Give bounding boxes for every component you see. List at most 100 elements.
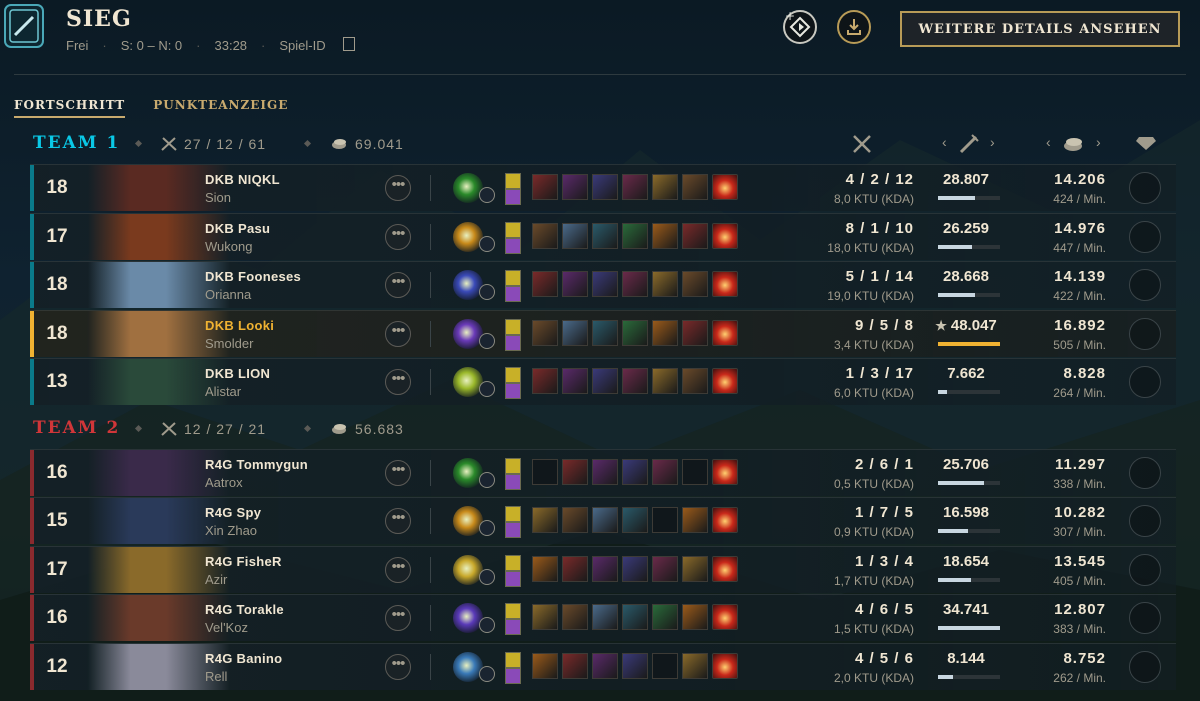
item-icon[interactable] (652, 174, 678, 200)
item-icon[interactable] (592, 174, 618, 200)
item-icon[interactable] (532, 271, 558, 297)
player-row[interactable]: 18 DKB Fooneses Orianna ••• 5 / 1 / 14 19,0 K… (30, 261, 1176, 308)
item-icon[interactable] (652, 368, 678, 394)
item-icon[interactable] (532, 174, 558, 200)
more-options-button[interactable]: ••• (385, 654, 411, 680)
gold-next-arrow[interactable]: › (1096, 134, 1101, 150)
keystone-rune-icon[interactable] (453, 319, 483, 349)
item-icon[interactable] (592, 653, 618, 679)
item-icon[interactable] (682, 174, 708, 200)
player-name[interactable]: R4G Torakle (205, 602, 284, 617)
summoner-spell-icon[interactable] (505, 474, 521, 490)
keystone-rune-icon[interactable] (453, 367, 483, 397)
honor-button[interactable] (1129, 602, 1161, 634)
item-icon[interactable] (622, 320, 648, 346)
keystone-rune-icon[interactable] (453, 222, 483, 252)
gold-prev-arrow[interactable]: ‹ (1046, 134, 1051, 150)
game-id-link[interactable]: Spiel-ID (279, 37, 368, 53)
summoner-spell-flash-icon[interactable] (505, 319, 521, 335)
summoner-spell-icon[interactable] (505, 335, 521, 351)
item-icon[interactable] (682, 368, 708, 394)
item-icon[interactable] (592, 556, 618, 582)
item-icon[interactable] (532, 653, 558, 679)
item-icon[interactable] (622, 223, 648, 249)
item-icon[interactable] (622, 174, 648, 200)
summoner-spell-flash-icon[interactable] (505, 270, 521, 286)
item-icon[interactable] (652, 604, 678, 630)
item-icon[interactable] (622, 271, 648, 297)
damage-prev-arrow[interactable]: ‹ (942, 134, 947, 150)
player-row[interactable]: 18 DKB NIQKL Sion ••• 4 / 2 / 12 8,0 KTU (KDA… (30, 164, 1176, 211)
summoner-spell-flash-icon[interactable] (505, 603, 521, 619)
secondary-rune-icon[interactable] (479, 284, 495, 300)
player-row[interactable]: 15 R4G Spy Xin Zhao ••• 1 / 7 / 5 0,9 KTU (KD… (30, 497, 1176, 544)
item-icon[interactable] (562, 507, 588, 533)
item-icon[interactable] (532, 507, 558, 533)
keystone-rune-icon[interactable] (453, 173, 483, 203)
item-icon[interactable] (592, 223, 618, 249)
tab-progress[interactable]: FORTSCHRITT (14, 98, 126, 118)
secondary-rune-icon[interactable] (479, 666, 495, 682)
more-options-button[interactable]: ••• (385, 605, 411, 631)
more-options-button[interactable]: ••• (385, 321, 411, 347)
player-row[interactable]: 18 DKB Looki Smolder ••• 9 / 5 / 8 3,4 KTU (K… (30, 310, 1176, 357)
secondary-rune-icon[interactable] (479, 569, 495, 585)
item-icon[interactable] (652, 320, 678, 346)
honor-button[interactable] (1129, 172, 1161, 204)
item-icon[interactable] (682, 653, 708, 679)
trinket-icon[interactable] (712, 223, 738, 249)
damage-next-arrow[interactable]: › (990, 134, 995, 150)
item-icon[interactable] (562, 604, 588, 630)
more-options-button[interactable]: ••• (385, 224, 411, 250)
more-options-button[interactable]: ••• (385, 369, 411, 395)
honor-button[interactable] (1129, 366, 1161, 398)
trinket-icon[interactable] (712, 653, 738, 679)
add-replay-icon[interactable]: + (782, 9, 818, 45)
player-row[interactable]: 16 R4G Tommygun Aatrox ••• 2 / 6 / 1 0,5 KTU … (30, 449, 1176, 496)
player-name[interactable]: R4G Spy (205, 505, 261, 520)
item-icon[interactable] (562, 653, 588, 679)
player-name[interactable]: R4G Tommygun (205, 457, 308, 472)
item-icon[interactable] (532, 604, 558, 630)
player-row[interactable]: 13 DKB LION Alistar ••• 1 / 3 / 17 6,0 KTU (K… (30, 358, 1176, 405)
more-options-button[interactable]: ••• (385, 460, 411, 486)
trinket-icon[interactable] (712, 507, 738, 533)
item-icon[interactable] (592, 368, 618, 394)
more-options-button[interactable]: ••• (385, 175, 411, 201)
honor-button[interactable] (1129, 221, 1161, 253)
item-icon[interactable] (622, 368, 648, 394)
secondary-rune-icon[interactable] (479, 381, 495, 397)
view-details-button[interactable]: WEITERE DETAILS ANSEHEN (900, 11, 1180, 47)
item-icon[interactable] (562, 459, 588, 485)
player-name[interactable]: DKB Looki (205, 318, 274, 333)
item-icon[interactable] (562, 174, 588, 200)
summoner-spell-flash-icon[interactable] (505, 458, 521, 474)
item-icon[interactable] (562, 368, 588, 394)
item-icon[interactable] (592, 271, 618, 297)
summoner-spell-icon[interactable] (505, 383, 521, 399)
trinket-icon[interactable] (712, 604, 738, 630)
item-icon[interactable] (622, 556, 648, 582)
summoner-spell-flash-icon[interactable] (505, 555, 521, 571)
summoner-spell-flash-icon[interactable] (505, 506, 521, 522)
keystone-rune-icon[interactable] (453, 555, 483, 585)
item-icon[interactable] (592, 604, 618, 630)
secondary-rune-icon[interactable] (479, 520, 495, 536)
item-icon[interactable] (652, 459, 678, 485)
summoner-spell-icon[interactable] (505, 619, 521, 635)
secondary-rune-icon[interactable] (479, 617, 495, 633)
player-row[interactable]: 17 DKB Pasu Wukong ••• 8 / 1 / 10 18,0 KTU (K… (30, 213, 1176, 260)
item-icon[interactable] (622, 507, 648, 533)
summoner-spell-icon[interactable] (505, 522, 521, 538)
item-icon[interactable] (592, 459, 618, 485)
keystone-rune-icon[interactable] (453, 506, 483, 536)
item-icon[interactable] (532, 556, 558, 582)
secondary-rune-icon[interactable] (479, 333, 495, 349)
honor-button[interactable] (1129, 457, 1161, 489)
trinket-icon[interactable] (712, 556, 738, 582)
summoner-spell-icon[interactable] (505, 189, 521, 205)
player-name[interactable]: DKB Fooneses (205, 269, 301, 284)
item-icon[interactable] (682, 556, 708, 582)
honor-button[interactable] (1129, 554, 1161, 586)
item-icon[interactable] (562, 556, 588, 582)
